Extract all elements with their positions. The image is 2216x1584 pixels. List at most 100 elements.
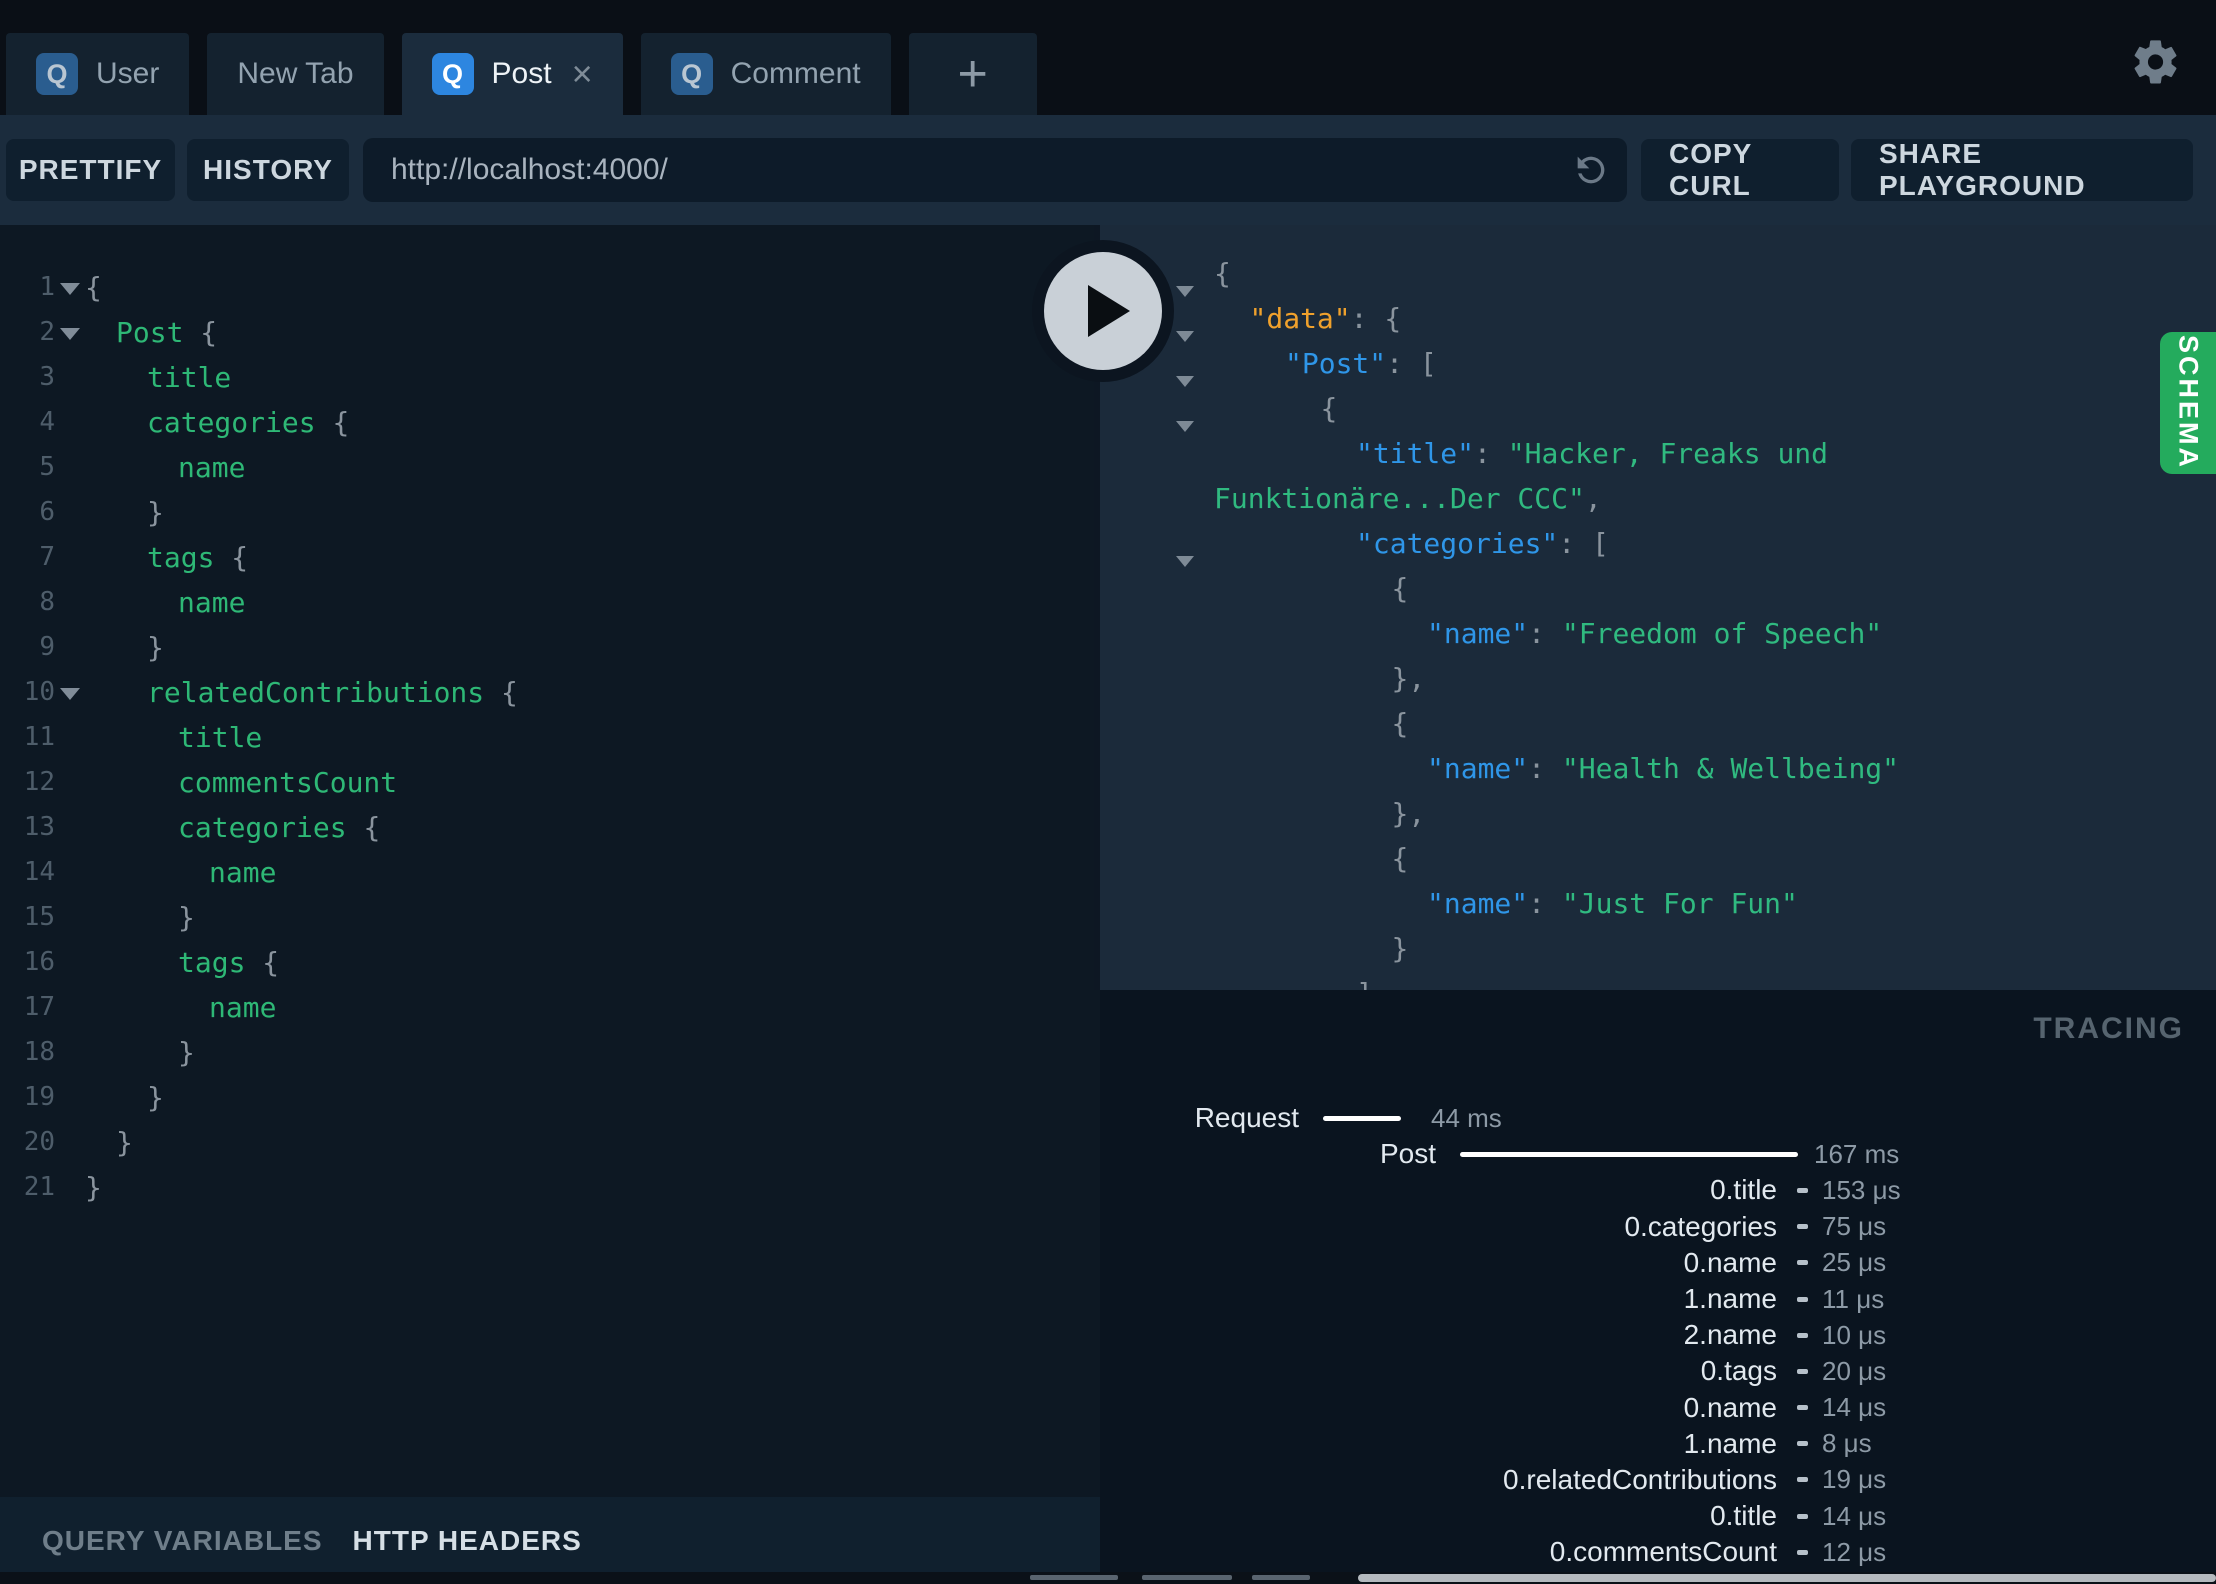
token: "Just For Fun": [1561, 887, 1798, 920]
response-line: {: [1100, 836, 2216, 881]
tab-comment[interactable]: Q Comment: [640, 33, 891, 115]
history-button[interactable]: HISTORY: [187, 139, 349, 201]
reload-icon[interactable]: [1571, 150, 1611, 190]
fold-arrow-icon[interactable]: [55, 265, 85, 310]
query-editor-pane[interactable]: 1{2 Post {3 title 4 categories {5 name 6} 7 tags…: [0, 225, 1100, 1497]
settings-gear-icon[interactable]: [2130, 36, 2182, 88]
code-text: Post {: [116, 310, 217, 355]
editor-line[interactable]: 18}: [0, 1030, 1100, 1075]
json-text: },: [1392, 791, 1426, 836]
response-line: {: [1100, 251, 2216, 297]
response-line: "Post": [: [1100, 341, 2216, 387]
json-text: "categories": [: [1356, 521, 1609, 566]
tracing-row: 0.title 153 μs: [1100, 1172, 2216, 1208]
editor-line[interactable]: 13 categories {: [0, 805, 1100, 850]
query-variables-tab[interactable]: QUERY VARIABLES: [42, 1525, 323, 1557]
fold-arrow-icon[interactable]: [55, 310, 85, 355]
timing-tick: [1797, 1187, 1808, 1193]
editor-line[interactable]: 16 tags {: [0, 940, 1100, 985]
editor-line[interactable]: 15}: [0, 895, 1100, 940]
execute-query-button[interactable]: [1032, 240, 1174, 382]
line-number: 3: [39, 362, 55, 392]
code-text: name: [209, 850, 276, 895]
copy-curl-button[interactable]: COPY CURL: [1641, 138, 1839, 201]
json-text: {: [1392, 566, 1409, 611]
editor-line[interactable]: 2 Post {: [0, 310, 1100, 355]
editor-line[interactable]: 11 title: [0, 715, 1100, 760]
tracing-row: 2.name 10 μs: [1100, 1317, 2216, 1353]
token: :: [1528, 752, 1562, 785]
line-number: 15: [23, 902, 55, 932]
response-lines: {"data": {"Post": [{"title": "Hacker, Fr…: [1100, 225, 2216, 990]
tracing-row-value: 25 μs: [1822, 1247, 1887, 1278]
line-number: 17: [23, 992, 55, 1022]
token: }: [1391, 797, 1409, 830]
token: "name": [1427, 617, 1529, 650]
endpoint-url-input[interactable]: [363, 138, 1627, 202]
tab-post[interactable]: Q Post ×: [401, 33, 623, 115]
token: [: [1592, 527, 1609, 560]
token: name: [209, 991, 277, 1024]
http-headers-tab[interactable]: HTTP HEADERS: [353, 1525, 582, 1557]
tracing-row-label: 0.categories: [1624, 1210, 1777, 1242]
code-text: title: [178, 715, 262, 760]
editor-line[interactable]: 7 tags {: [0, 535, 1100, 580]
editor-line[interactable]: 5 name: [0, 445, 1100, 490]
editor-line[interactable]: 6}: [0, 490, 1100, 535]
code-text: name: [178, 580, 245, 625]
editor-line[interactable]: 9}: [0, 625, 1100, 670]
editor-line[interactable]: 4 categories {: [0, 400, 1100, 445]
editor-line[interactable]: 1{: [0, 265, 1100, 310]
editor-line[interactable]: 19}: [0, 1075, 1100, 1120]
token: "name": [1427, 752, 1529, 785]
tracing-row-value: 12 μs: [1822, 1536, 1887, 1567]
token: }: [147, 1081, 164, 1114]
token: Post: [116, 316, 201, 349]
editor-line[interactable]: 3 title: [0, 355, 1100, 400]
tab-new-tab[interactable]: New Tab: [207, 33, 384, 115]
editor-line[interactable]: 12 commentsCount: [0, 760, 1100, 805]
tracing-row-label: 0.tags: [1700, 1355, 1777, 1387]
triangle-down-icon: [60, 328, 80, 340]
editor-line[interactable]: 10 relatedContributions {: [0, 670, 1100, 715]
code-text: relatedContributions {: [147, 670, 518, 715]
prettify-button[interactable]: PRETTIFY: [6, 139, 175, 201]
close-tab-icon[interactable]: ×: [572, 56, 593, 92]
editor-line[interactable]: 14 name: [0, 850, 1100, 895]
tab-user[interactable]: Q User: [6, 33, 190, 115]
add-tab-button[interactable]: +: [908, 33, 1037, 115]
editor-line[interactable]: 17 name: [0, 985, 1100, 1030]
token: }: [178, 901, 195, 934]
clipped-bottom-strip: [0, 1572, 2216, 1584]
endpoint-url-wrapper: [363, 138, 1627, 202]
code-text: }: [116, 1120, 133, 1165]
timing-tick: [1797, 1296, 1808, 1302]
editor-line[interactable]: 20}: [0, 1120, 1100, 1165]
response-line: }: [1100, 926, 2216, 971]
response-line: "name": "Just For Fun": [1100, 881, 2216, 926]
code-text: }: [178, 1030, 195, 1075]
schema-side-tab[interactable]: SCHEMA: [2160, 332, 2216, 474]
response-line: "categories": [: [1100, 521, 2216, 567]
token: ]: [1356, 977, 1373, 990]
tracing-row: Post 167 ms: [1100, 1136, 2216, 1172]
horizontal-scrollbar[interactable]: [1358, 1574, 2216, 1582]
fold-arrow-icon[interactable]: [55, 670, 85, 715]
token: }: [1391, 662, 1409, 695]
editor-line[interactable]: 21}: [0, 1165, 1100, 1210]
share-playground-button[interactable]: SHARE PLAYGROUND: [1851, 138, 2193, 201]
json-text: "name": "Freedom of Speech": [1427, 611, 1882, 656]
token: {: [1391, 707, 1409, 740]
line-number: 2: [39, 317, 55, 347]
triangle-down-icon: [60, 283, 80, 295]
line-number: 16: [23, 947, 55, 977]
response-line: {: [1100, 566, 2216, 611]
tab-list: Q User New Tab Q Post × Q Comment +: [6, 33, 1037, 115]
editor-line[interactable]: 8 name: [0, 580, 1100, 625]
timing-tick: [1797, 1332, 1808, 1338]
